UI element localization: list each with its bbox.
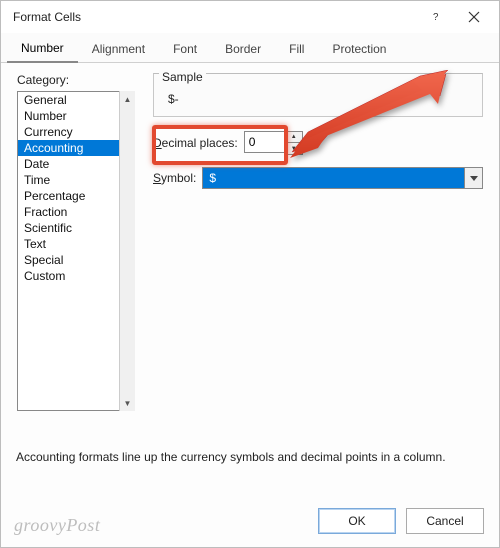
format-cells-dialog: Format Cells ? Number Alignment Font Bor… (0, 0, 500, 548)
decimal-places-spinner[interactable]: ▲ ▼ (244, 131, 303, 155)
category-item-percentage[interactable]: Percentage (18, 188, 134, 204)
category-item-custom[interactable]: Custom (18, 268, 134, 284)
category-listbox[interactable]: General Number Currency Accounting Date … (17, 91, 135, 411)
watermark-text: groovyPost (14, 515, 100, 536)
tab-fill[interactable]: Fill (275, 36, 318, 62)
category-item-date[interactable]: Date (18, 156, 134, 172)
titlebar: Format Cells ? (1, 1, 499, 33)
category-item-general[interactable]: General (18, 92, 134, 108)
decimal-places-label: DDecimal places:ecimal places: (153, 136, 238, 150)
chevron-down-icon[interactable] (464, 168, 482, 188)
tab-number[interactable]: Number (7, 35, 78, 63)
sample-value: $- (162, 92, 474, 106)
symbol-dropdown[interactable]: $ (202, 167, 483, 189)
spinner-down-icon[interactable]: ▼ (286, 143, 302, 154)
scroll-down-icon[interactable]: ▼ (121, 395, 135, 411)
help-button[interactable]: ? (417, 3, 455, 31)
window-title: Format Cells (13, 10, 417, 24)
tab-strip: Number Alignment Font Border Fill Protec… (1, 33, 499, 63)
cancel-button[interactable]: Cancel (406, 508, 484, 534)
tab-protection[interactable]: Protection (318, 36, 400, 62)
format-description: Accounting formats line up the currency … (16, 450, 484, 464)
category-label: Category: (17, 73, 135, 87)
dialog-footer: OK Cancel (318, 508, 484, 534)
ok-button[interactable]: OK (318, 508, 396, 534)
category-item-fraction[interactable]: Fraction (18, 204, 134, 220)
category-item-scientific[interactable]: Scientific (18, 220, 134, 236)
decimal-places-input[interactable] (244, 131, 286, 153)
tab-border[interactable]: Border (211, 36, 275, 62)
category-scrollbar[interactable]: ▲ ▼ (119, 91, 135, 411)
category-item-text[interactable]: Text (18, 236, 134, 252)
scroll-up-icon[interactable]: ▲ (121, 91, 135, 107)
sample-group: Sample $- (153, 73, 483, 117)
category-item-time[interactable]: Time (18, 172, 134, 188)
category-item-number[interactable]: Number (18, 108, 134, 124)
symbol-label: Symbol: (153, 171, 196, 185)
spinner-up-icon[interactable]: ▲ (286, 132, 302, 143)
category-item-special[interactable]: Special (18, 252, 134, 268)
tab-alignment[interactable]: Alignment (78, 36, 159, 62)
close-button[interactable] (455, 3, 493, 31)
svg-text:?: ? (433, 12, 439, 23)
symbol-value: $ (209, 171, 216, 185)
category-item-currency[interactable]: Currency (18, 124, 134, 140)
tab-font[interactable]: Font (159, 36, 211, 62)
dialog-body: Category: General Number Currency Accoun… (1, 63, 499, 411)
category-item-accounting[interactable]: Accounting (18, 140, 134, 156)
sample-label: Sample (159, 70, 206, 84)
